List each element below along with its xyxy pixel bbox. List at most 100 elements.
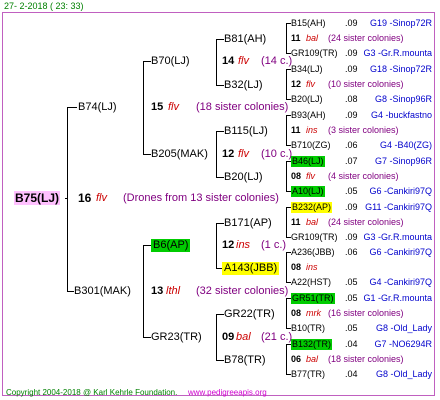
gen4-num: 12 [291,79,302,89]
gen4-queen[interactable]: GR109(TR) [291,232,338,243]
gen4-queen[interactable]: B15(AH) [291,18,326,29]
gen1-note: (32 sister colonies) [196,285,289,297]
gen1-num: 13 [151,285,164,297]
gen4-note: (24 sister colonies) [328,33,404,43]
gen4-race: flv [306,79,315,89]
root-note: (Drones from 13 sister colonies) [123,192,279,204]
gen4-queen[interactable]: B232(AP) [291,202,333,213]
gen4-value: .09 [345,202,358,212]
gen4-value: .04 [345,339,358,349]
copyright-text: Copyright 2004-2018 @ Karl Kehrle Founda… [6,388,178,397]
gen4-queen[interactable]: A10(LJ) [291,186,325,197]
gen4-value: .09 [345,64,358,74]
gen4-value: .04 [345,369,358,379]
gen2-note: (14 c.) [261,55,293,67]
gen4-value: .09 [345,232,358,242]
gen1-queen[interactable]: B74(LJ) [78,101,117,114]
gen2-race: flv [238,55,249,67]
gen4-note: (10 sister colonies) [328,79,404,89]
gen4-value: .07 [345,156,358,166]
gen4-race: bal [306,217,319,227]
date-header: 27- 2-2018 ( 23: 33) [4,1,84,11]
gen3-queen[interactable]: B171(AP) [224,217,272,230]
gen4-queen[interactable]: A22(HST) [291,277,331,288]
gen3-queen[interactable]: B78(TR) [224,354,266,367]
gen1-race: flv [168,101,179,113]
gen4-num: 06 [291,354,302,364]
gen1-num: 15 [151,101,164,113]
gen2-note: (21 c.) [261,331,293,343]
gen4-note: (3 sister colonies) [328,125,399,135]
gen2-num: 12 [222,148,235,160]
gen4-queen[interactable]: GR109(TR) [291,48,338,59]
gen4-source: G11 -Cankiri97Q [365,202,432,212]
gen4-source: G18 -Sinop72R [369,64,432,74]
gen4-note: (24 sister colonies) [328,217,404,227]
gen4-value: .05 [345,186,358,196]
gen4-race: ins [306,262,318,272]
gen3-queen[interactable]: B81(AH) [224,33,266,46]
gen4-queen[interactable]: B46(LJ) [291,156,325,167]
gen2-race: bal [236,331,251,343]
gen2-note: (1 c.) [261,239,287,251]
gen4-queen[interactable]: B20(LJ) [291,94,323,105]
gen4-source: G4 -Cankiri97Q [369,277,432,287]
gen4-source: G6 -Cankiri97Q [369,247,432,257]
gen2-num: 12 [222,239,235,251]
gen3-queen[interactable]: B115(LJ) [224,125,268,138]
gen4-note: (18 sister colonies) [328,354,404,364]
gen4-race: bal [306,33,319,43]
gen3-queen[interactable]: B32(LJ) [224,79,263,92]
gen4-queen[interactable]: B34(LJ) [291,64,323,75]
pedigree-chart: 27- 2-2018 ( 23: 33) B75(LJ) 16 flv (Dro… [0,0,440,400]
gen2-queen[interactable]: B205(MAK) [151,148,208,161]
gen4-source: G8 -Sinop96R [374,94,432,104]
gen4-num: 11 [291,33,301,43]
gen4-value: .09 [345,48,358,58]
gen4-source: G1 -Gr.R.mounta [363,293,432,303]
gen4-value: .09 [345,18,358,28]
gen2-queen[interactable]: GR23(TR) [151,331,202,344]
gen4-race: ins [306,125,318,135]
gen4-queen[interactable]: B710(ZG) [291,140,331,151]
gen3-queen[interactable]: B20(LJ) [224,171,263,184]
gen3-queen[interactable]: GR22(TR) [224,308,275,321]
gen4-source: G8 -Old_Lady [375,323,432,333]
gen4-num: 08 [291,171,302,181]
gen4-queen[interactable]: GR51(TR) [291,293,335,304]
gen4-queen[interactable]: A236(JBB) [291,247,335,258]
gen4-num: 11 [291,125,301,135]
gen4-source: G4 -B40(ZG) [379,140,432,150]
gen4-num: 08 [291,262,302,272]
gen2-note: (10 c.) [261,148,293,160]
gen4-race: mrk [306,308,321,318]
gen2-race: ins [236,239,251,251]
site-link[interactable]: www.pedigreeapis.org [188,388,267,398]
gen4-value: .09 [345,110,358,120]
gen4-source: G6 -Cankiri97Q [369,186,432,196]
gen4-num: 11 [291,217,301,227]
gen4-value: .06 [345,140,358,150]
gen4-source: G19 -Sinop72R [369,18,432,28]
gen4-queen[interactable]: B77(TR) [291,369,325,380]
gen4-source: G4 -buckfastno [370,110,432,120]
gen4-note: (4 sister colonies) [328,171,399,181]
gen4-source: G7 -NO6294R [374,339,432,349]
gen4-queen[interactable]: B132(TR) [291,339,333,350]
gen4-value: .05 [345,323,358,333]
gen4-source: G3 -Gr.R.mounta [363,48,432,58]
gen4-note: (16 sister colonies) [328,308,404,318]
gen4-race: flv [306,171,315,181]
gen1-race: lthl [166,285,181,297]
gen2-queen[interactable]: B70(LJ) [151,55,190,68]
gen4-race: bal [306,354,319,364]
gen4-queen[interactable]: B93(AH) [291,110,326,121]
gen1-queen[interactable]: B301(MAK) [74,285,131,298]
gen4-queen[interactable]: B10(TR) [291,323,325,334]
gen4-value: .05 [345,293,358,303]
gen2-queen[interactable]: B6(AP) [151,239,191,252]
gen4-value: .06 [345,247,358,257]
gen4-value: .08 [345,94,358,104]
gen3-queen[interactable]: A143(JBB) [222,262,280,275]
root-queen[interactable]: B75(LJ) [14,191,61,205]
